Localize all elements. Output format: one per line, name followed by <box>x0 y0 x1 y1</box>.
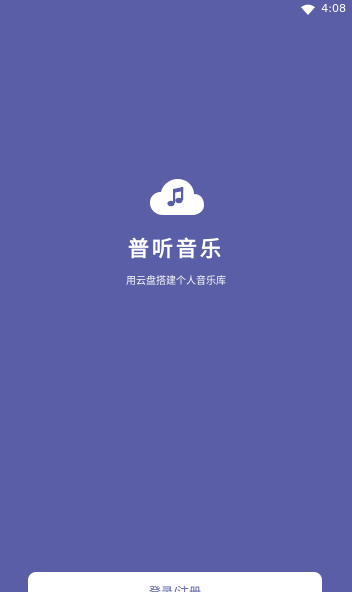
status-bar-right: 4:08 <box>301 2 346 16</box>
wifi-icon <box>301 4 316 15</box>
status-bar: 4:08 <box>0 0 352 18</box>
status-time: 4:08 <box>321 2 346 15</box>
cloud-music-icon <box>150 179 204 215</box>
app-tagline: 用云盘搭建个人音乐库 <box>126 276 226 287</box>
app-title: 普听音乐 <box>128 237 224 261</box>
splash-screen: 4:08 普听音乐 用云盘搭建个人音乐库 登录/注册 <box>0 0 352 592</box>
login-register-button[interactable]: 登录/注册 <box>28 572 322 592</box>
